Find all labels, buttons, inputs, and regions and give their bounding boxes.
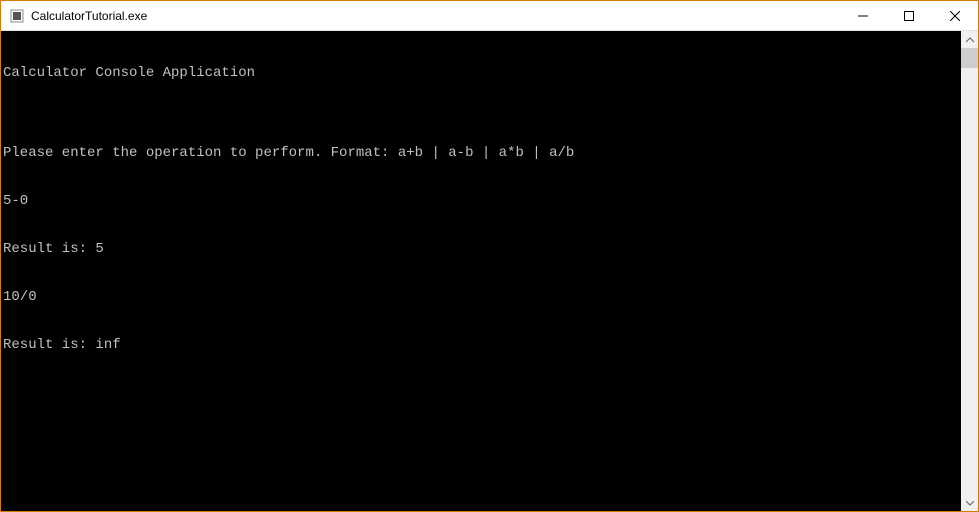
chevron-down-icon xyxy=(966,499,974,507)
console-line: 10/0 xyxy=(3,289,961,305)
console-output[interactable]: Calculator Console Application Please en… xyxy=(1,31,961,511)
scroll-thumb[interactable] xyxy=(961,48,978,68)
console-line: Please enter the operation to perform. F… xyxy=(3,145,961,161)
scroll-up-button[interactable] xyxy=(961,31,978,48)
content-area: Calculator Console Application Please en… xyxy=(1,31,978,511)
maximize-button[interactable] xyxy=(886,1,932,30)
console-line: Result is: inf xyxy=(3,337,961,353)
close-icon xyxy=(950,11,960,21)
close-button[interactable] xyxy=(932,1,978,30)
chevron-up-icon xyxy=(966,36,974,44)
app-icon xyxy=(9,8,25,24)
minimize-button[interactable] xyxy=(840,1,886,30)
maximize-icon xyxy=(904,11,914,21)
scroll-track[interactable] xyxy=(961,48,978,494)
minimize-icon xyxy=(858,11,868,21)
console-line: 5-0 xyxy=(3,193,961,209)
scroll-down-button[interactable] xyxy=(961,494,978,511)
window-title: CalculatorTutorial.exe xyxy=(31,9,840,23)
titlebar[interactable]: CalculatorTutorial.exe xyxy=(1,1,978,31)
vertical-scrollbar[interactable] xyxy=(961,31,978,511)
app-window: CalculatorTutorial.exe Calculator xyxy=(0,0,979,512)
window-controls xyxy=(840,1,978,30)
console-line: Calculator Console Application xyxy=(3,65,961,81)
console-line: Result is: 5 xyxy=(3,241,961,257)
